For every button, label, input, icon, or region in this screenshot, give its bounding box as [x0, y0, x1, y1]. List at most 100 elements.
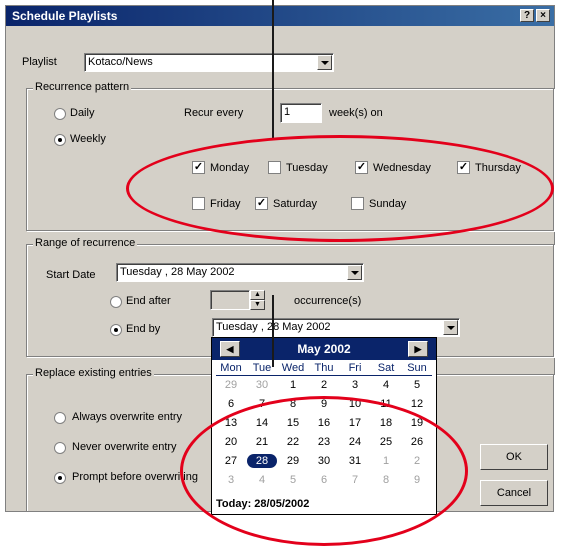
calendar-day[interactable]: 26 [402, 435, 432, 449]
spin-up-icon[interactable]: ▲ [250, 290, 265, 300]
calendar-day[interactable]: 9 [309, 397, 339, 411]
calendar-day[interactable]: 14 [247, 416, 277, 430]
chevron-down-icon[interactable] [347, 265, 362, 280]
calendar-day[interactable]: 21 [247, 435, 277, 449]
checkbox-friday[interactable] [192, 197, 205, 210]
calendar-day[interactable]: 20 [216, 435, 246, 449]
checkbox-sunday[interactable] [351, 197, 364, 210]
calendar-day[interactable]: 31 [340, 454, 370, 468]
occurrences-spinner[interactable]: ▲ ▼ [250, 290, 265, 310]
calendar-day[interactable]: 11 [371, 397, 401, 411]
today-text: Today: 28/05/2002 [216, 498, 310, 510]
cancel-button[interactable]: Cancel [480, 480, 548, 506]
replace-option-label-1: Never overwrite entry [72, 441, 177, 453]
calendar-day[interactable]: 5 [402, 378, 432, 392]
calendar-day[interactable]: 3 [216, 473, 246, 487]
end-by-date-picker[interactable]: Tuesday , 28 May 2002 [212, 318, 460, 337]
calendar-day[interactable]: 29 [278, 454, 308, 468]
chevron-down-icon[interactable] [443, 320, 458, 335]
spin-down-icon[interactable]: ▼ [250, 300, 265, 310]
calendar-day[interactable]: 29 [216, 378, 246, 392]
checkbox-wednesday[interactable] [355, 161, 368, 174]
playlist-label: Playlist [22, 56, 57, 68]
calendar-day[interactable]: 3 [340, 378, 370, 392]
calendar-day[interactable]: 25 [371, 435, 401, 449]
checkbox-tuesday[interactable] [268, 161, 281, 174]
ok-button[interactable]: OK [480, 444, 548, 470]
calendar-day[interactable]: 13 [216, 416, 246, 430]
recur-every-value: 1 [284, 106, 291, 118]
calendar-day[interactable]: 5 [278, 473, 308, 487]
replace-option-radio-2[interactable] [54, 472, 66, 484]
calendar-day[interactable]: 1 [278, 378, 308, 392]
calendar-day[interactable]: 27 [216, 454, 246, 468]
start-date-value: Tuesday , 28 May 2002 [120, 266, 235, 278]
recurrence-pattern-label: Recurrence pattern [33, 81, 132, 93]
calendar-day[interactable]: 19 [402, 416, 432, 430]
next-month-icon[interactable]: ▶ [408, 341, 428, 357]
calendar-day[interactable]: 24 [340, 435, 370, 449]
range-of-recurrence-label: Range of recurrence [33, 237, 138, 249]
checkbox-monday[interactable] [192, 161, 205, 174]
calendar-day[interactable]: 16 [309, 416, 339, 430]
replace-existing-label: Replace existing entries [33, 367, 154, 379]
weekday-fri: Fri [348, 362, 362, 374]
label-wednesday: Wednesday [373, 162, 431, 174]
calendar-day[interactable]: 12 [402, 397, 432, 411]
calendar-day[interactable]: 15 [278, 416, 308, 430]
close-button[interactable]: × [536, 9, 550, 22]
playlist-value: Kotaco/News [88, 56, 153, 68]
calendar-day[interactable]: 7 [247, 397, 277, 411]
replace-option-radio-0[interactable] [54, 412, 66, 424]
calendar-day[interactable]: 18 [371, 416, 401, 430]
calendar-month-title: May 2002 [297, 342, 351, 356]
calendar-day[interactable]: 8 [371, 473, 401, 487]
daily-radio[interactable] [54, 108, 66, 120]
title-bar: Schedule Playlists ? × [6, 6, 554, 26]
daily-label: Daily [70, 107, 95, 119]
start-date-picker[interactable]: Tuesday , 28 May 2002 [116, 263, 364, 282]
calendar-day[interactable]: 30 [309, 454, 339, 468]
end-after-input[interactable] [210, 290, 250, 310]
recur-every-input[interactable]: 1 [280, 103, 322, 123]
end-after-label: End after [126, 295, 171, 307]
replace-option-radio-1[interactable] [54, 442, 66, 454]
end-after-radio[interactable] [110, 296, 122, 308]
help-button[interactable]: ? [520, 9, 534, 22]
calendar-day[interactable]: 23 [309, 435, 339, 449]
calendar-day[interactable]: 6 [309, 473, 339, 487]
calendar-day[interactable]: 4 [371, 378, 401, 392]
end-by-radio[interactable] [110, 324, 122, 336]
pointer-line-top [272, 0, 274, 140]
calendar-day[interactable]: 2 [309, 378, 339, 392]
weekday-wed: Wed [281, 362, 305, 374]
calendar-day[interactable]: 6 [216, 397, 246, 411]
label-monday: Monday [210, 162, 250, 174]
calendar-day[interactable]: 1 [371, 454, 401, 468]
today-link[interactable]: Today: 28/05/2002 [216, 498, 309, 510]
end-by-label: End by [126, 323, 161, 335]
prev-month-icon[interactable]: ◀ [220, 341, 240, 357]
label-saturday: Saturday [273, 198, 318, 210]
checkbox-thursday[interactable] [457, 161, 470, 174]
calendar-day[interactable]: 7 [340, 473, 370, 487]
recur-every-label: Recur every [184, 107, 244, 119]
calendar-day[interactable]: 28 [247, 454, 277, 468]
calendar-day[interactable]: 17 [340, 416, 370, 430]
calendar-day[interactable]: 8 [278, 397, 308, 411]
replace-option-label-2: Prompt before overwriting [72, 471, 198, 483]
chevron-down-icon[interactable] [317, 55, 332, 70]
calendar-day[interactable]: 4 [247, 473, 277, 487]
calendar-day[interactable]: 22 [278, 435, 308, 449]
weekday-mon: Mon [220, 362, 242, 374]
calendar-day[interactable]: 9 [402, 473, 432, 487]
calendar-day[interactable]: 10 [340, 397, 370, 411]
replace-option-label-0: Always overwrite entry [72, 411, 183, 423]
calendar-day[interactable]: 2 [402, 454, 432, 468]
playlist-select[interactable]: Kotaco/News [84, 53, 334, 72]
weekday-sun: Sun [407, 362, 427, 374]
checkbox-saturday[interactable] [255, 197, 268, 210]
calendar-day[interactable]: 30 [247, 378, 277, 392]
weekly-radio[interactable] [54, 134, 66, 146]
label-tuesday: Tuesday [286, 162, 328, 174]
